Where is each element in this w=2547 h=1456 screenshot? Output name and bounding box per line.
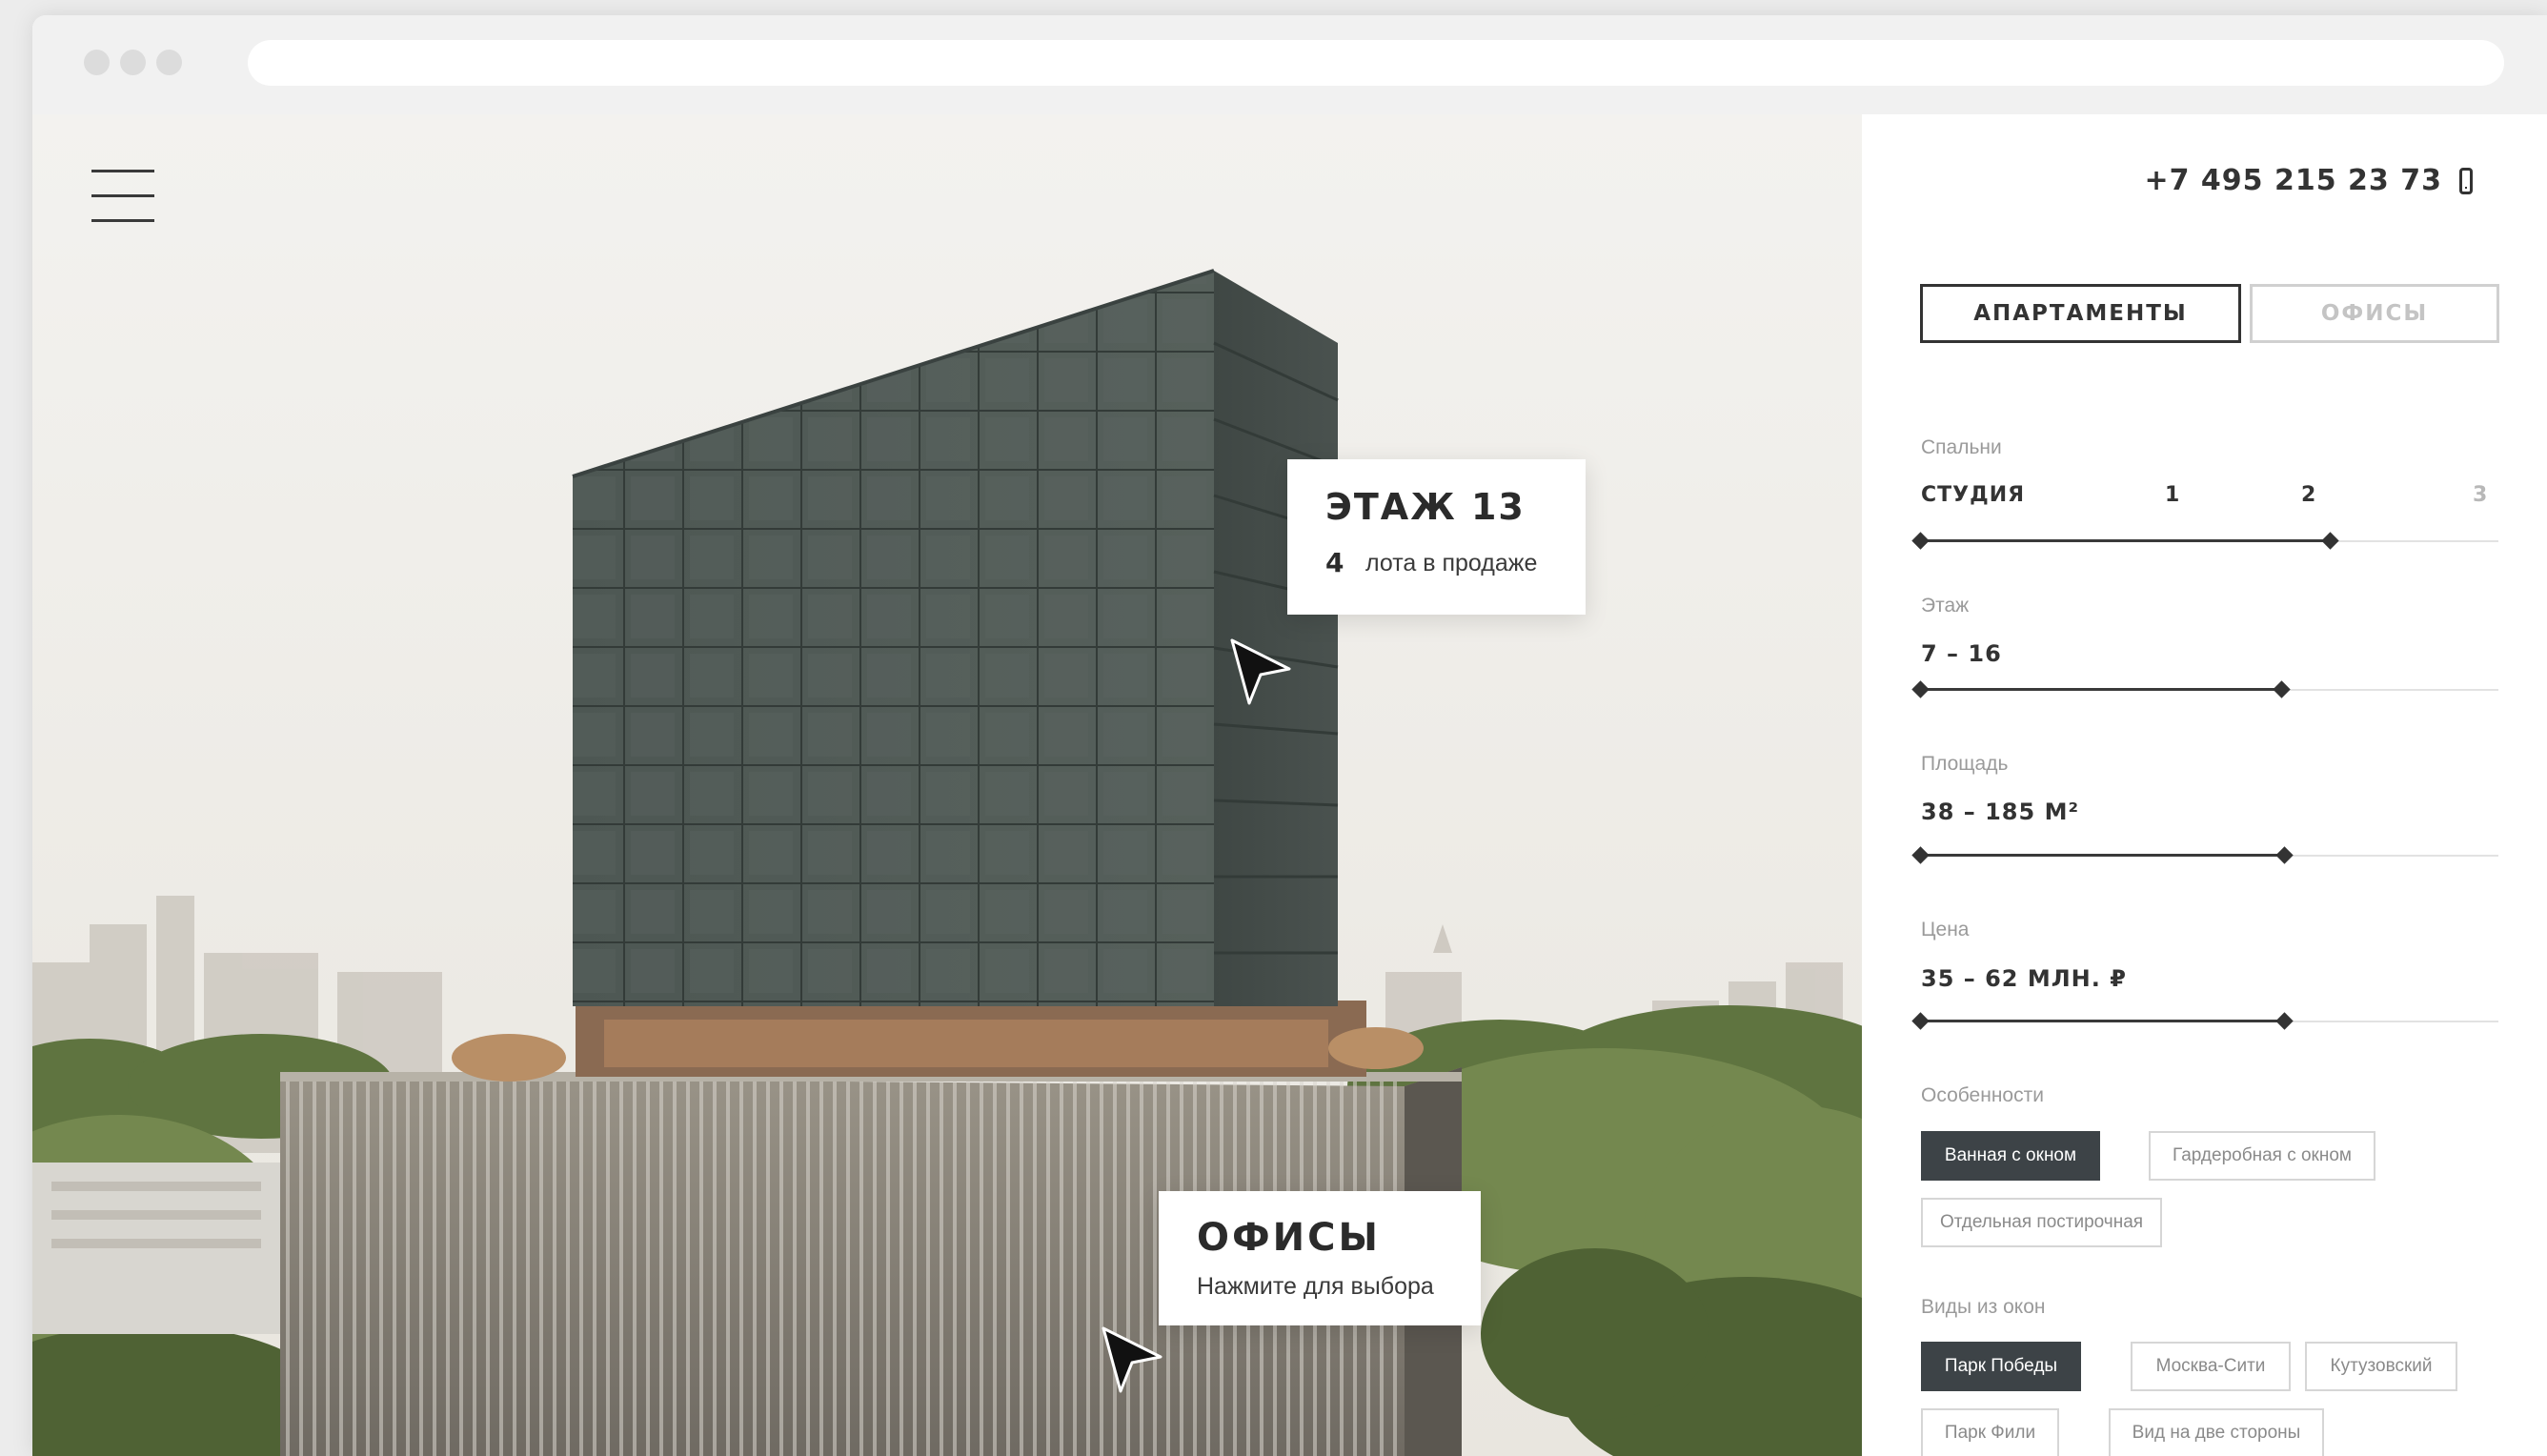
floor-lot-count: 4 [1325, 547, 1344, 578]
menu-icon[interactable] [91, 170, 154, 223]
bedroom-option-1[interactable]: 1 [2165, 483, 2180, 507]
feature-chip-laundry[interactable]: Отдельная постирочная [1921, 1198, 2162, 1247]
slider-max-handle[interactable] [2275, 1012, 2294, 1030]
bedroom-option-studio[interactable]: СТУДИЯ [1921, 483, 2025, 507]
slider-fill [1921, 539, 2332, 542]
view-chip-kutuzovsky[interactable]: Кутузовский [2305, 1342, 2457, 1391]
slider-max-handle[interactable] [2273, 680, 2291, 698]
tab-apartments[interactable]: АПАРТАМЕНТЫ [1920, 284, 2241, 343]
floor-label: Этаж [1921, 595, 1970, 617]
slider-max-handle[interactable] [2275, 846, 2294, 864]
browser-chrome [32, 15, 2547, 114]
slider-fill [1921, 854, 2285, 857]
view-chip-two-sides[interactable]: Вид на две стороны [2109, 1408, 2324, 1456]
view-chip-park-pobedy[interactable]: Парк Победы [1921, 1342, 2081, 1391]
cursor-arrow-icon [1230, 638, 1291, 705]
slider-max-handle[interactable] [2321, 532, 2339, 550]
browser-window: ЭТАЖ 13 4 лота в продаже ОФИСЫ Нажмите д… [32, 15, 2547, 1456]
window-close-dot[interactable] [84, 50, 110, 75]
slider-fill [1921, 688, 2282, 691]
offices-title: ОФИСЫ [1197, 1216, 1381, 1260]
building-illustration [32, 114, 1862, 1456]
price-range-value: 35 – 62 МЛН. ₽ [1921, 965, 2127, 992]
floor-title: ЭТАЖ 13 [1325, 486, 1526, 528]
building-render[interactable]: ЭТАЖ 13 4 лота в продаже ОФИСЫ Нажмите д… [32, 114, 1862, 1456]
slider-fill [1921, 1020, 2285, 1022]
slider-min-handle[interactable] [1911, 1012, 1930, 1030]
floor-slider[interactable] [1911, 680, 2498, 699]
cursor-arrow-icon [1102, 1326, 1162, 1393]
view-chip-park-fili[interactable]: Парк Фили [1921, 1408, 2059, 1456]
feature-chip-wardrobe-window[interactable]: Гардеробная с окном [2149, 1131, 2375, 1181]
phone-number[interactable]: +7 495 215 23 73 [2144, 164, 2442, 197]
price-label: Цена [1921, 919, 1970, 940]
window-minimize-dot[interactable] [120, 50, 146, 75]
area-label: Площадь [1921, 753, 2009, 775]
window-zoom-dot[interactable] [156, 50, 182, 75]
bedroom-option-2[interactable]: 2 [2301, 483, 2316, 507]
floor-lot-caption: лота в продаже [1365, 550, 1538, 576]
phone-icon[interactable] [2459, 168, 2473, 194]
offices-caption: Нажмите для выбора [1197, 1273, 1434, 1300]
slider-min-handle[interactable] [1911, 680, 1930, 698]
bedrooms-label: Спальни [1921, 436, 2002, 458]
slider-min-handle[interactable] [1911, 532, 1930, 550]
offices-tooltip-card[interactable]: ОФИСЫ Нажмите для выбора [1159, 1191, 1481, 1325]
feature-chip-bath-window[interactable]: Ванная с окном [1921, 1131, 2100, 1181]
view-chip-moscow-city[interactable]: Москва-Сити [2131, 1342, 2291, 1391]
floor-tooltip-card[interactable]: ЭТАЖ 13 4 лота в продаже [1287, 459, 1586, 615]
area-range-value: 38 – 185 М² [1921, 799, 2079, 825]
bedroom-option-3[interactable]: 3 [2473, 483, 2488, 507]
area-slider[interactable] [1911, 846, 2498, 865]
views-label: Виды из окон [1921, 1296, 2046, 1318]
address-bar[interactable] [248, 40, 2504, 86]
slider-min-handle[interactable] [1911, 846, 1930, 864]
price-slider[interactable] [1911, 1012, 2498, 1031]
bedrooms-slider[interactable] [1911, 532, 2498, 551]
tab-offices[interactable]: ОФИСЫ [2250, 284, 2499, 343]
features-label: Особенности [1921, 1084, 2044, 1106]
floor-range-value: 7 – 16 [1921, 640, 2002, 667]
filter-panel: +7 495 215 23 73 АПАРТАМЕНТЫ ОФИСЫ Спаль… [1862, 114, 2547, 1456]
